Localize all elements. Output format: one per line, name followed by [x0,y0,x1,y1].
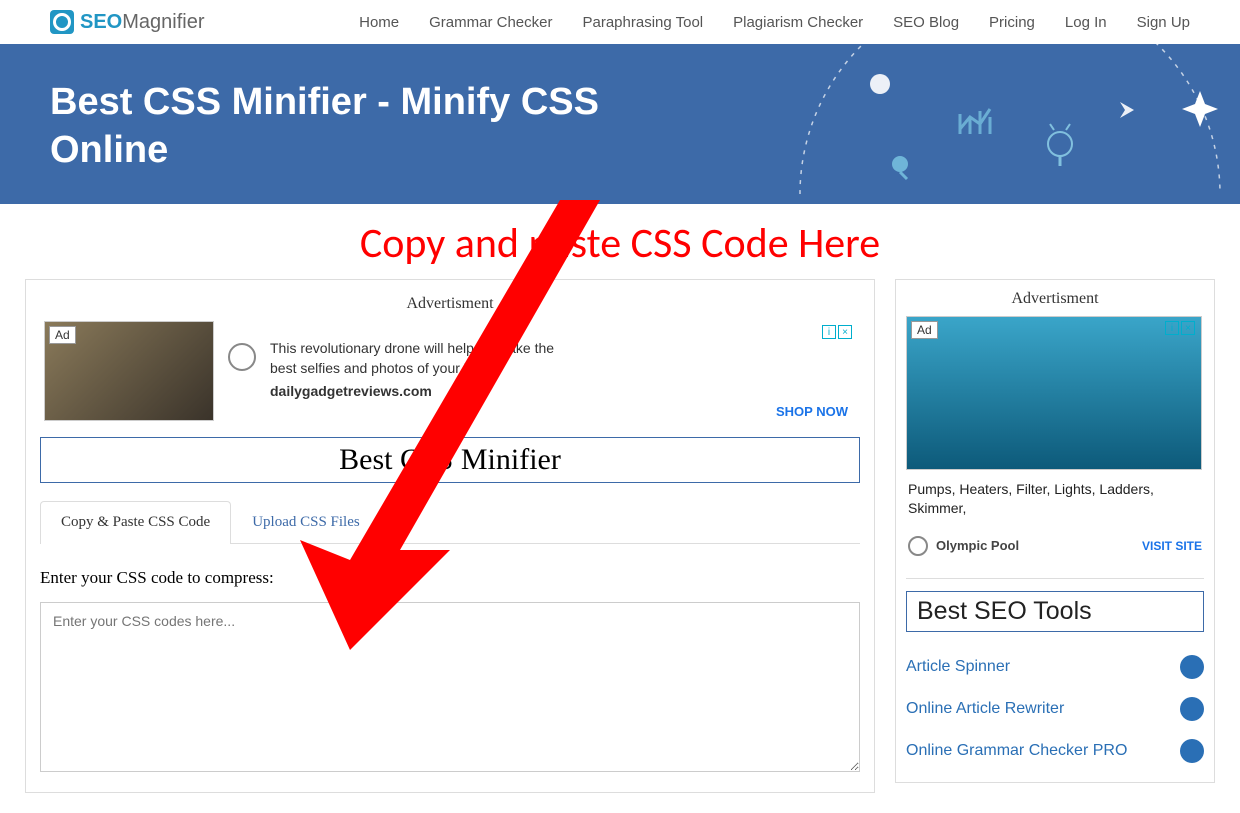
nav-paraphrasing-tool[interactable]: Paraphrasing Tool [582,14,703,31]
nav-grammar-checker[interactable]: Grammar Checker [429,14,552,31]
nav-plagiarism-checker[interactable]: Plagiarism Checker [733,14,863,31]
ad-text: This revolutionary drone will help you t… [270,321,856,402]
tool-icon [1180,655,1204,679]
ad-cta-visit-site[interactable]: VISIT SITE [1142,539,1202,553]
ad-site-name: Olympic Pool [908,536,1019,556]
ad-line-2: best selfies and photos of your life [270,360,482,376]
ad-line-1: This revolutionary drone will help you t… [270,340,554,356]
ad-footer: Olympic Pool VISIT SITE [906,536,1204,568]
tool-link-label: Online Grammar Checker PRO [906,742,1127,760]
ad-close-icon[interactable]: × [838,325,852,339]
ad-site-label: Olympic Pool [936,538,1019,553]
site-logo[interactable]: SEOMagnifier [50,10,205,34]
ad-label: Advertisment [40,295,860,313]
globe-icon [228,343,256,371]
nav-log-in[interactable]: Log In [1065,14,1107,31]
ad-cta-shop-now[interactable]: SHOP NOW [776,404,848,419]
ad-close-icon[interactable]: × [1181,321,1195,335]
ad-controls: i × [1165,321,1195,335]
content-area: Advertisment Ad This revolutionary drone… [0,279,1240,813]
sidebar-tools: Best SEO Tools Article Spinner Online Ar… [906,578,1204,772]
tool-link-label: Article Spinner [906,658,1010,676]
sidebar-ad-label: Advertisment [896,290,1214,308]
nav-home[interactable]: Home [359,14,399,31]
tool-link-grammar-checker[interactable]: Online Grammar Checker PRO [906,730,1204,772]
tab-copy-paste[interactable]: Copy & Paste CSS Code [40,501,231,544]
tab-upload-files[interactable]: Upload CSS Files [231,501,381,544]
ad-badge: Ad [911,321,938,339]
annotation-text: Copy and paste CSS Code Here [0,204,1240,279]
tools-heading: Best SEO Tools [906,591,1204,632]
ad-badge: Ad [49,326,76,344]
tool-link-article-rewriter[interactable]: Online Article Rewriter [906,688,1204,730]
tabs: Copy & Paste CSS Code Upload CSS Files [40,501,860,544]
ad-text-sidebar: Pumps, Heaters, Filter, Lights, Ladders,… [906,470,1204,536]
logo-part-2: Magnifier [122,11,204,33]
ad-domain: dailygadgetreviews.com [270,382,856,402]
hero-banner: Best CSS Minifier - Minify CSS Online [0,44,1240,204]
logo-part-1: SEO [80,11,122,33]
nav-seo-blog[interactable]: SEO Blog [893,14,959,31]
ad-info-icon[interactable]: i [1165,321,1179,335]
ad-thumbnail-sidebar: Ad i × [906,316,1202,470]
ad-thumbnail: Ad [44,321,214,421]
sidebar: Advertisment Ad i × Pumps, Heaters, Filt… [895,279,1215,783]
globe-icon [908,536,928,556]
main-panel: Advertisment Ad This revolutionary drone… [25,279,875,793]
logo-text: SEOMagnifier [80,11,205,34]
css-code-textarea[interactable] [40,602,860,772]
nav-pricing[interactable]: Pricing [989,14,1035,31]
tool-link-label: Online Article Rewriter [906,700,1064,718]
ad-controls: i × [822,325,852,339]
tool-icon [1180,739,1204,763]
tool-link-article-spinner[interactable]: Article Spinner [906,646,1204,688]
ad-banner-sidebar[interactable]: Ad i × Pumps, Heaters, Filter, Lights, L… [896,316,1214,568]
tool-icon [1180,697,1204,721]
top-navigation: SEOMagnifier Home Grammar Checker Paraph… [0,0,1240,44]
textarea-label: Enter your CSS code to compress: [40,568,860,588]
ad-banner-main[interactable]: Ad This revolutionary drone will help yo… [40,321,860,437]
ad-info-icon[interactable]: i [822,325,836,339]
page-title: Best CSS Minifier - Minify CSS Online [50,79,650,174]
tool-title: Best CSS Minifier [40,437,860,483]
nav-links: Home Grammar Checker Paraphrasing Tool P… [359,14,1190,31]
nav-sign-up[interactable]: Sign Up [1137,14,1190,31]
hero-decoration [760,44,1240,194]
logo-icon [50,10,74,34]
